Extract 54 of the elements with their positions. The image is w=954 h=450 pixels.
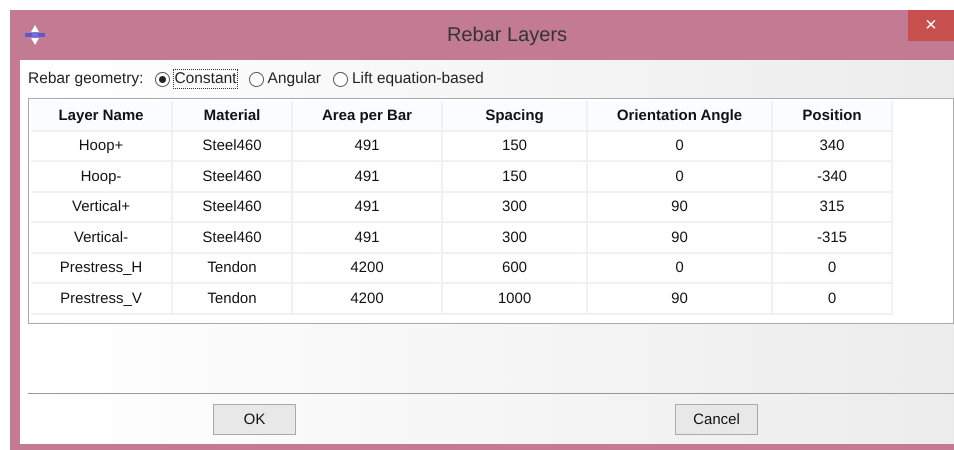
table-cell: 0 [588, 162, 773, 192]
table-cell: Vertical- [31, 223, 173, 254]
table-cell: 0 [773, 254, 893, 284]
table-cell: 4200 [293, 254, 443, 284]
table-cell: 600 [443, 254, 588, 284]
table-cell: 0 [588, 132, 773, 162]
geometry-label: Rebar geometry: [28, 70, 144, 88]
table-cell: 340 [773, 132, 893, 162]
radio-option[interactable]: Angular [248, 70, 321, 88]
table-cell: 90 [588, 223, 773, 254]
table-cell: Vertical+ [31, 192, 173, 223]
table-cell: 0 [588, 254, 773, 284]
table-cell: 491 [293, 132, 443, 162]
column-header[interactable]: Spacing [443, 101, 588, 132]
column-header[interactable]: Layer Name [31, 101, 173, 132]
table-cell: 150 [443, 162, 588, 192]
radio-button[interactable] [332, 72, 348, 86]
table-cell: 1000 [443, 284, 588, 314]
radio-option[interactable]: Lift equation-based [332, 70, 484, 88]
table-cell: 491 [293, 162, 443, 192]
radio-option[interactable]: Constant [155, 70, 236, 88]
table-cell: Steel460 [173, 192, 293, 223]
table-cell: 0 [773, 284, 893, 314]
table-cell: 90 [588, 192, 773, 223]
table-cell: 491 [293, 192, 443, 223]
table-cell: 300 [443, 192, 588, 223]
table-cell: Hoop- [31, 162, 173, 192]
table-cell: Prestress_V [31, 284, 173, 314]
table-cell: 90 [588, 284, 773, 314]
table-cell: -315 [773, 223, 893, 254]
radio-button[interactable] [248, 72, 264, 86]
close-button[interactable]: × [908, 10, 954, 41]
table-cell: 150 [443, 132, 588, 162]
table-cell: 300 [443, 223, 588, 254]
table-cell: Steel460 [173, 223, 293, 254]
table-cell: Hoop+ [31, 132, 173, 162]
table-cell: 4200 [293, 284, 443, 314]
column-header[interactable]: Material [173, 101, 293, 132]
app-icon [24, 24, 46, 46]
column-header[interactable]: Area per Bar [293, 101, 443, 132]
table-cell: Steel460 [173, 132, 293, 162]
column-header[interactable]: Position [773, 101, 893, 132]
table-cell: Tendon [173, 254, 293, 284]
table-cell: -340 [773, 162, 893, 192]
dialog-button[interactable]: OK [213, 404, 296, 434]
table-cell: 491 [293, 223, 443, 254]
window-title: Rebar Layers [446, 24, 568, 46]
column-header[interactable]: Orientation Angle [588, 101, 773, 132]
radio-button[interactable] [155, 72, 170, 86]
dialog-button[interactable]: Cancel [675, 404, 758, 434]
table-cell: Prestress_H [31, 254, 173, 284]
table-cell: 315 [773, 192, 893, 223]
table-cell: Steel460 [173, 162, 293, 192]
table-cell: Tendon [173, 284, 293, 314]
